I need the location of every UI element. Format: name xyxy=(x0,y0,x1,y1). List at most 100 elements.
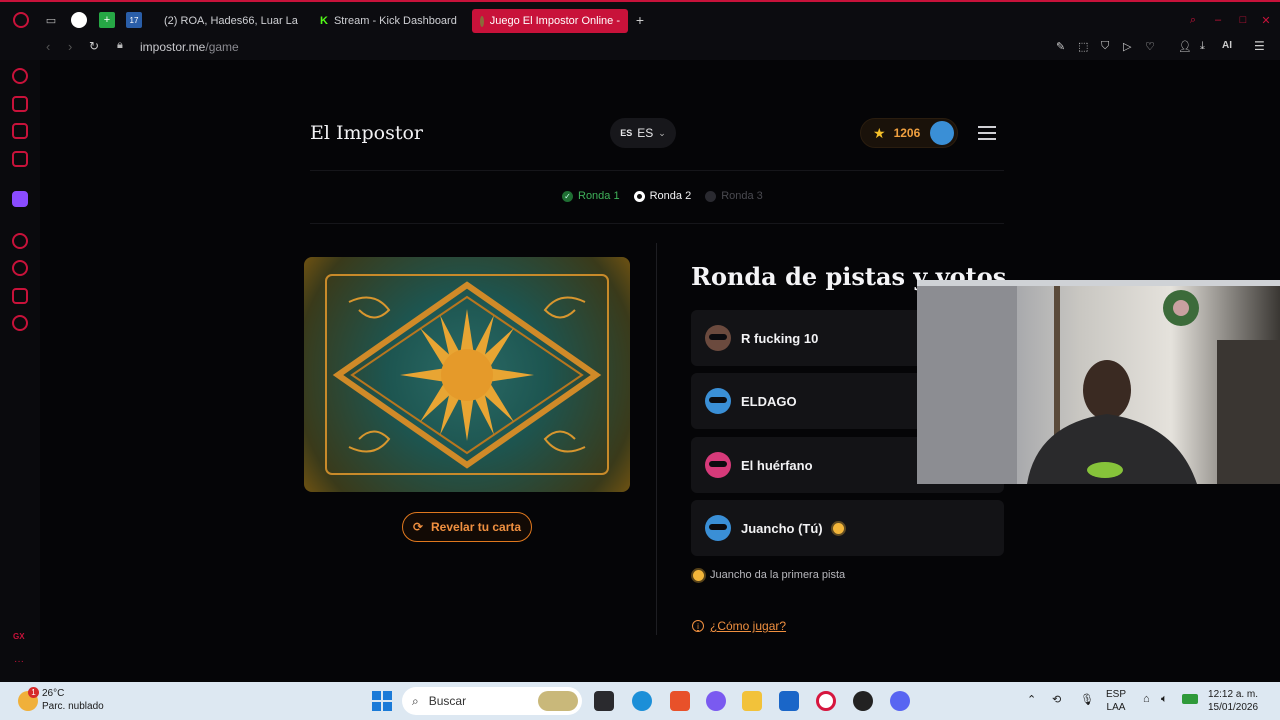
player-row-self[interactable]: Juancho (Tú) xyxy=(691,500,1004,556)
search-icon: ⌕ xyxy=(412,693,419,708)
copilot-icon[interactable] xyxy=(706,691,726,711)
cleaner-icon[interactable] xyxy=(12,123,28,139)
edge-icon[interactable] xyxy=(632,691,652,711)
lock-icon: 🔒︎ xyxy=(117,39,123,51)
browser-sidebar: GX ··· xyxy=(0,60,40,682)
send-icon[interactable]: ▷ xyxy=(1123,40,1131,53)
minimize-icon[interactable]: – xyxy=(1210,12,1226,28)
gx-corner-icon[interactable] xyxy=(12,96,28,112)
pinned-green-icon[interactable]: + xyxy=(99,12,115,28)
url-field[interactable]: impostor.me/game xyxy=(140,40,239,54)
extensions-icon[interactable] xyxy=(12,288,28,304)
outlook-icon[interactable] xyxy=(779,691,799,711)
forward-icon[interactable]: › xyxy=(68,39,72,54)
check-icon: ✓ xyxy=(562,190,573,202)
settings-icon[interactable] xyxy=(12,315,28,331)
brave-icon[interactable] xyxy=(670,691,690,711)
gx-icon[interactable]: GX xyxy=(13,632,25,641)
player-avatar xyxy=(705,515,731,541)
current-dot-icon xyxy=(633,190,645,202)
discord-icon[interactable] xyxy=(890,691,910,711)
messenger-icon[interactable] xyxy=(12,151,28,167)
obs-icon[interactable] xyxy=(853,691,873,711)
windows-taskbar: 1 26°C Parc. nublado ⌕ Buscar ⌃ ⟲ 🎙︎ ESP… xyxy=(0,682,1280,720)
player-avatar xyxy=(705,325,731,351)
new-tab-icon[interactable]: + xyxy=(632,12,648,28)
address-bar: ‹ › ↻ 🔒︎ impostor.me/game ✎ ⬚ ⛉ ▷ ♡ 👤︎ ⤓… xyxy=(0,36,1280,60)
search-tabs-icon[interactable]: ⌕ xyxy=(1185,12,1201,28)
round-progress: ✓ Ronda 1 Ronda 2 Ronda 3 xyxy=(562,190,763,202)
steps-divider xyxy=(310,223,1004,224)
easy-setup-icon[interactable]: ☰ xyxy=(1254,39,1265,53)
tab-impostor[interactable]: Juego El Impostor Online - xyxy=(472,9,628,33)
taskbar-search[interactable]: ⌕ Buscar xyxy=(402,687,582,715)
card-sun-illustration xyxy=(325,274,609,475)
impostor-icon xyxy=(480,15,484,27)
kick-icon: K xyxy=(320,15,328,27)
hamburger-menu-icon[interactable] xyxy=(978,126,996,140)
history-icon[interactable] xyxy=(12,260,28,276)
ai-button[interactable]: AI xyxy=(1222,40,1232,51)
language-select[interactable]: ES ES ⌄ xyxy=(610,118,676,148)
header-divider xyxy=(310,170,1004,171)
battery-icon[interactable] xyxy=(1182,694,1198,704)
reveal-card-button[interactable]: ⟳ Revelar tu carta xyxy=(402,512,532,542)
task-view-icon[interactable] xyxy=(594,691,614,711)
opera-gx-icon[interactable] xyxy=(816,691,836,711)
brand-title[interactable]: El Impostor xyxy=(310,122,423,144)
clock[interactable]: 12:12 a. m. 15/01/2026 xyxy=(1208,688,1258,714)
pin-icon[interactable]: ✎ xyxy=(1056,40,1065,53)
pinned-17-icon[interactable]: 17 xyxy=(126,12,142,28)
round-step-2: Ronda 2 xyxy=(633,190,691,202)
reload-icon[interactable]: ↻ xyxy=(89,39,99,53)
windows-start-icon[interactable] xyxy=(372,691,392,711)
user-avatar[interactable] xyxy=(930,121,954,145)
chevron-down-icon: ⌄ xyxy=(658,127,666,138)
chevron-up-icon[interactable]: ⌃ xyxy=(1027,693,1036,706)
snapshot-icon[interactable]: ⬚ xyxy=(1078,40,1088,53)
weather-widget[interactable]: 26°C Parc. nublado xyxy=(42,687,104,713)
sync-icon[interactable]: ⟲ xyxy=(1052,693,1061,706)
account-icon[interactable]: 👤︎ xyxy=(1178,40,1192,53)
player-icon[interactable] xyxy=(12,233,28,249)
download-icon[interactable]: ⤓ xyxy=(1200,40,1205,53)
tab-youtube[interactable]: (2) ROA, Hades66, Luar La xyxy=(150,9,300,33)
info-icon: i xyxy=(692,620,704,632)
player-avatar xyxy=(705,452,731,478)
more-icon[interactable]: ··· xyxy=(14,656,24,667)
workspace-icon[interactable]: ▭ xyxy=(43,12,59,28)
browser-tab-bar: ▭ + 17 (2) ROA, Hades66, Luar La K Strea… xyxy=(0,0,1280,36)
search-highlight-icon xyxy=(538,691,578,711)
secret-card[interactable] xyxy=(304,257,630,492)
volume-icon[interactable]: 🔈︎ xyxy=(1161,693,1168,706)
player-avatar xyxy=(705,388,731,414)
keyboard-language[interactable]: ESP LAA xyxy=(1106,688,1126,714)
microphone-icon[interactable]: 🎙︎ xyxy=(1080,693,1094,706)
round-step-1: ✓ Ronda 1 xyxy=(562,190,620,202)
pending-dot-icon xyxy=(705,190,717,202)
maximize-icon[interactable]: □ xyxy=(1235,12,1251,28)
tab-kick[interactable]: K Stream - Kick Dashboard xyxy=(312,9,464,33)
refresh-icon: ⟳ xyxy=(412,520,423,534)
column-divider xyxy=(656,243,657,635)
star-icon: ★ xyxy=(873,124,886,141)
pinned-tab-icon[interactable] xyxy=(71,12,87,28)
speed-dial-icon[interactable] xyxy=(12,68,28,84)
twitch-icon[interactable] xyxy=(12,191,28,207)
sun-icon xyxy=(693,569,704,581)
heart-icon[interactable]: ♡ xyxy=(1145,40,1155,53)
wifi-icon[interactable]: ⌂ xyxy=(1143,693,1150,705)
shield-icon[interactable]: ⛉ xyxy=(1101,40,1109,53)
flag-icon: ES xyxy=(620,128,633,138)
webcam-overlay xyxy=(917,280,1280,484)
file-explorer-icon[interactable] xyxy=(742,691,762,711)
sun-icon xyxy=(832,522,844,534)
close-icon[interactable]: ✕ xyxy=(1258,12,1274,28)
back-icon[interactable]: ‹ xyxy=(46,39,50,54)
opera-logo-icon[interactable] xyxy=(13,12,29,28)
first-clue-hint: Juancho da la primera pista xyxy=(693,569,845,581)
webcam-feed-image xyxy=(917,280,1280,484)
how-to-play-link[interactable]: i ¿Cómo jugar? xyxy=(692,619,786,633)
round-step-3: Ronda 3 xyxy=(705,190,763,202)
notification-badge: 1 xyxy=(28,687,39,698)
